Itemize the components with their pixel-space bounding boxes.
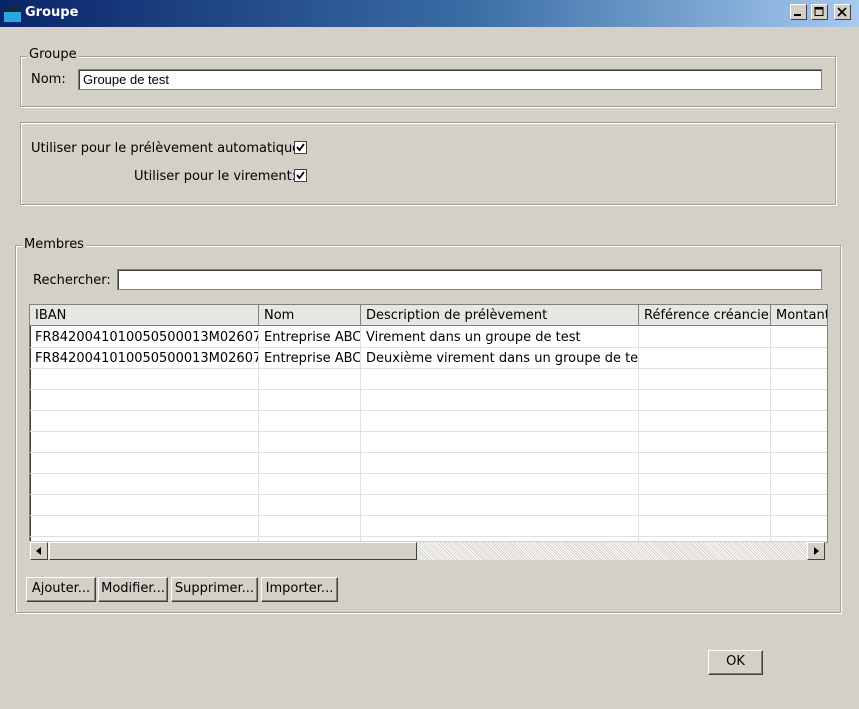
checkmark-icon (296, 143, 305, 152)
empty-row (30, 516, 827, 537)
direct-debit-checkbox[interactable] (294, 141, 307, 154)
name-input[interactable] (78, 69, 822, 90)
table-row[interactable]: FR8420041010050500013M02607 Entreprise A… (30, 327, 827, 348)
close-icon (837, 7, 847, 17)
app-icon (4, 5, 21, 22)
name-label: Nom: (31, 72, 66, 87)
direct-debit-label: Utiliser pour le prélèvement automatique… (31, 141, 305, 156)
empty-row (30, 369, 827, 390)
arrow-right-icon (814, 547, 819, 555)
column-header-montant[interactable]: Montant (771, 305, 827, 326)
empty-row (30, 495, 827, 516)
cell-nom: Entreprise ABC (259, 327, 361, 348)
empty-row (30, 390, 827, 411)
title-bar: Groupe (0, 0, 859, 27)
window-title: Groupe (25, 5, 79, 20)
empty-row (30, 411, 827, 432)
cell-montant (771, 348, 827, 369)
empty-row (30, 453, 827, 474)
column-header-iban[interactable]: IBAN (30, 305, 259, 326)
cell-iban: FR8420041010050500013M02607 (30, 348, 259, 369)
import-button[interactable]: Importer... (261, 577, 338, 602)
table-body: FR8420041010050500013M02607 Entreprise A… (30, 327, 827, 542)
empty-row (30, 474, 827, 495)
scroll-right-button[interactable] (807, 542, 825, 560)
scroll-left-button[interactable] (30, 542, 48, 560)
search-input[interactable] (117, 269, 822, 290)
table-header: IBAN Nom Description de prélèvement Réfé… (30, 305, 827, 327)
column-header-nom[interactable]: Nom (259, 305, 361, 326)
close-button[interactable] (834, 4, 851, 20)
group-legend: Groupe (27, 47, 79, 62)
empty-row (30, 432, 827, 453)
delete-button[interactable]: Supprimer... (171, 577, 258, 602)
minimize-button[interactable] (790, 4, 807, 20)
cell-reference (639, 348, 771, 369)
checkmark-icon (296, 171, 305, 180)
search-label: Rechercher: (33, 273, 111, 288)
members-table: IBAN Nom Description de prélèvement Réfé… (29, 304, 828, 543)
cell-description: Virement dans un groupe de test (361, 327, 639, 348)
transfer-checkbox[interactable] (294, 169, 307, 182)
scroll-thumb[interactable] (49, 542, 417, 560)
maximize-button[interactable] (811, 4, 828, 20)
horizontal-scrollbar[interactable] (29, 541, 826, 561)
column-header-reference[interactable]: Référence créancier (639, 305, 771, 326)
minimize-icon (794, 14, 801, 16)
cell-description: Deuxième virement dans un groupe de test (361, 348, 639, 369)
members-legend: Membres (22, 237, 86, 252)
cell-reference (639, 327, 771, 348)
ok-button[interactable]: OK (708, 650, 763, 675)
arrow-left-icon (36, 547, 41, 555)
options-fieldset (20, 122, 836, 205)
cell-montant (771, 327, 827, 348)
edit-button[interactable]: Modifier... (98, 577, 168, 602)
cell-iban: FR8420041010050500013M02607 (30, 327, 259, 348)
transfer-label: Utiliser pour le virement: (134, 169, 297, 184)
table-row[interactable]: FR8420041010050500013M02607 Entreprise A… (30, 348, 827, 369)
cell-nom: Entreprise ABC (259, 348, 361, 369)
maximize-icon (814, 7, 824, 16)
add-button[interactable]: Ajouter... (26, 577, 96, 602)
column-header-description[interactable]: Description de prélèvement (361, 305, 639, 326)
